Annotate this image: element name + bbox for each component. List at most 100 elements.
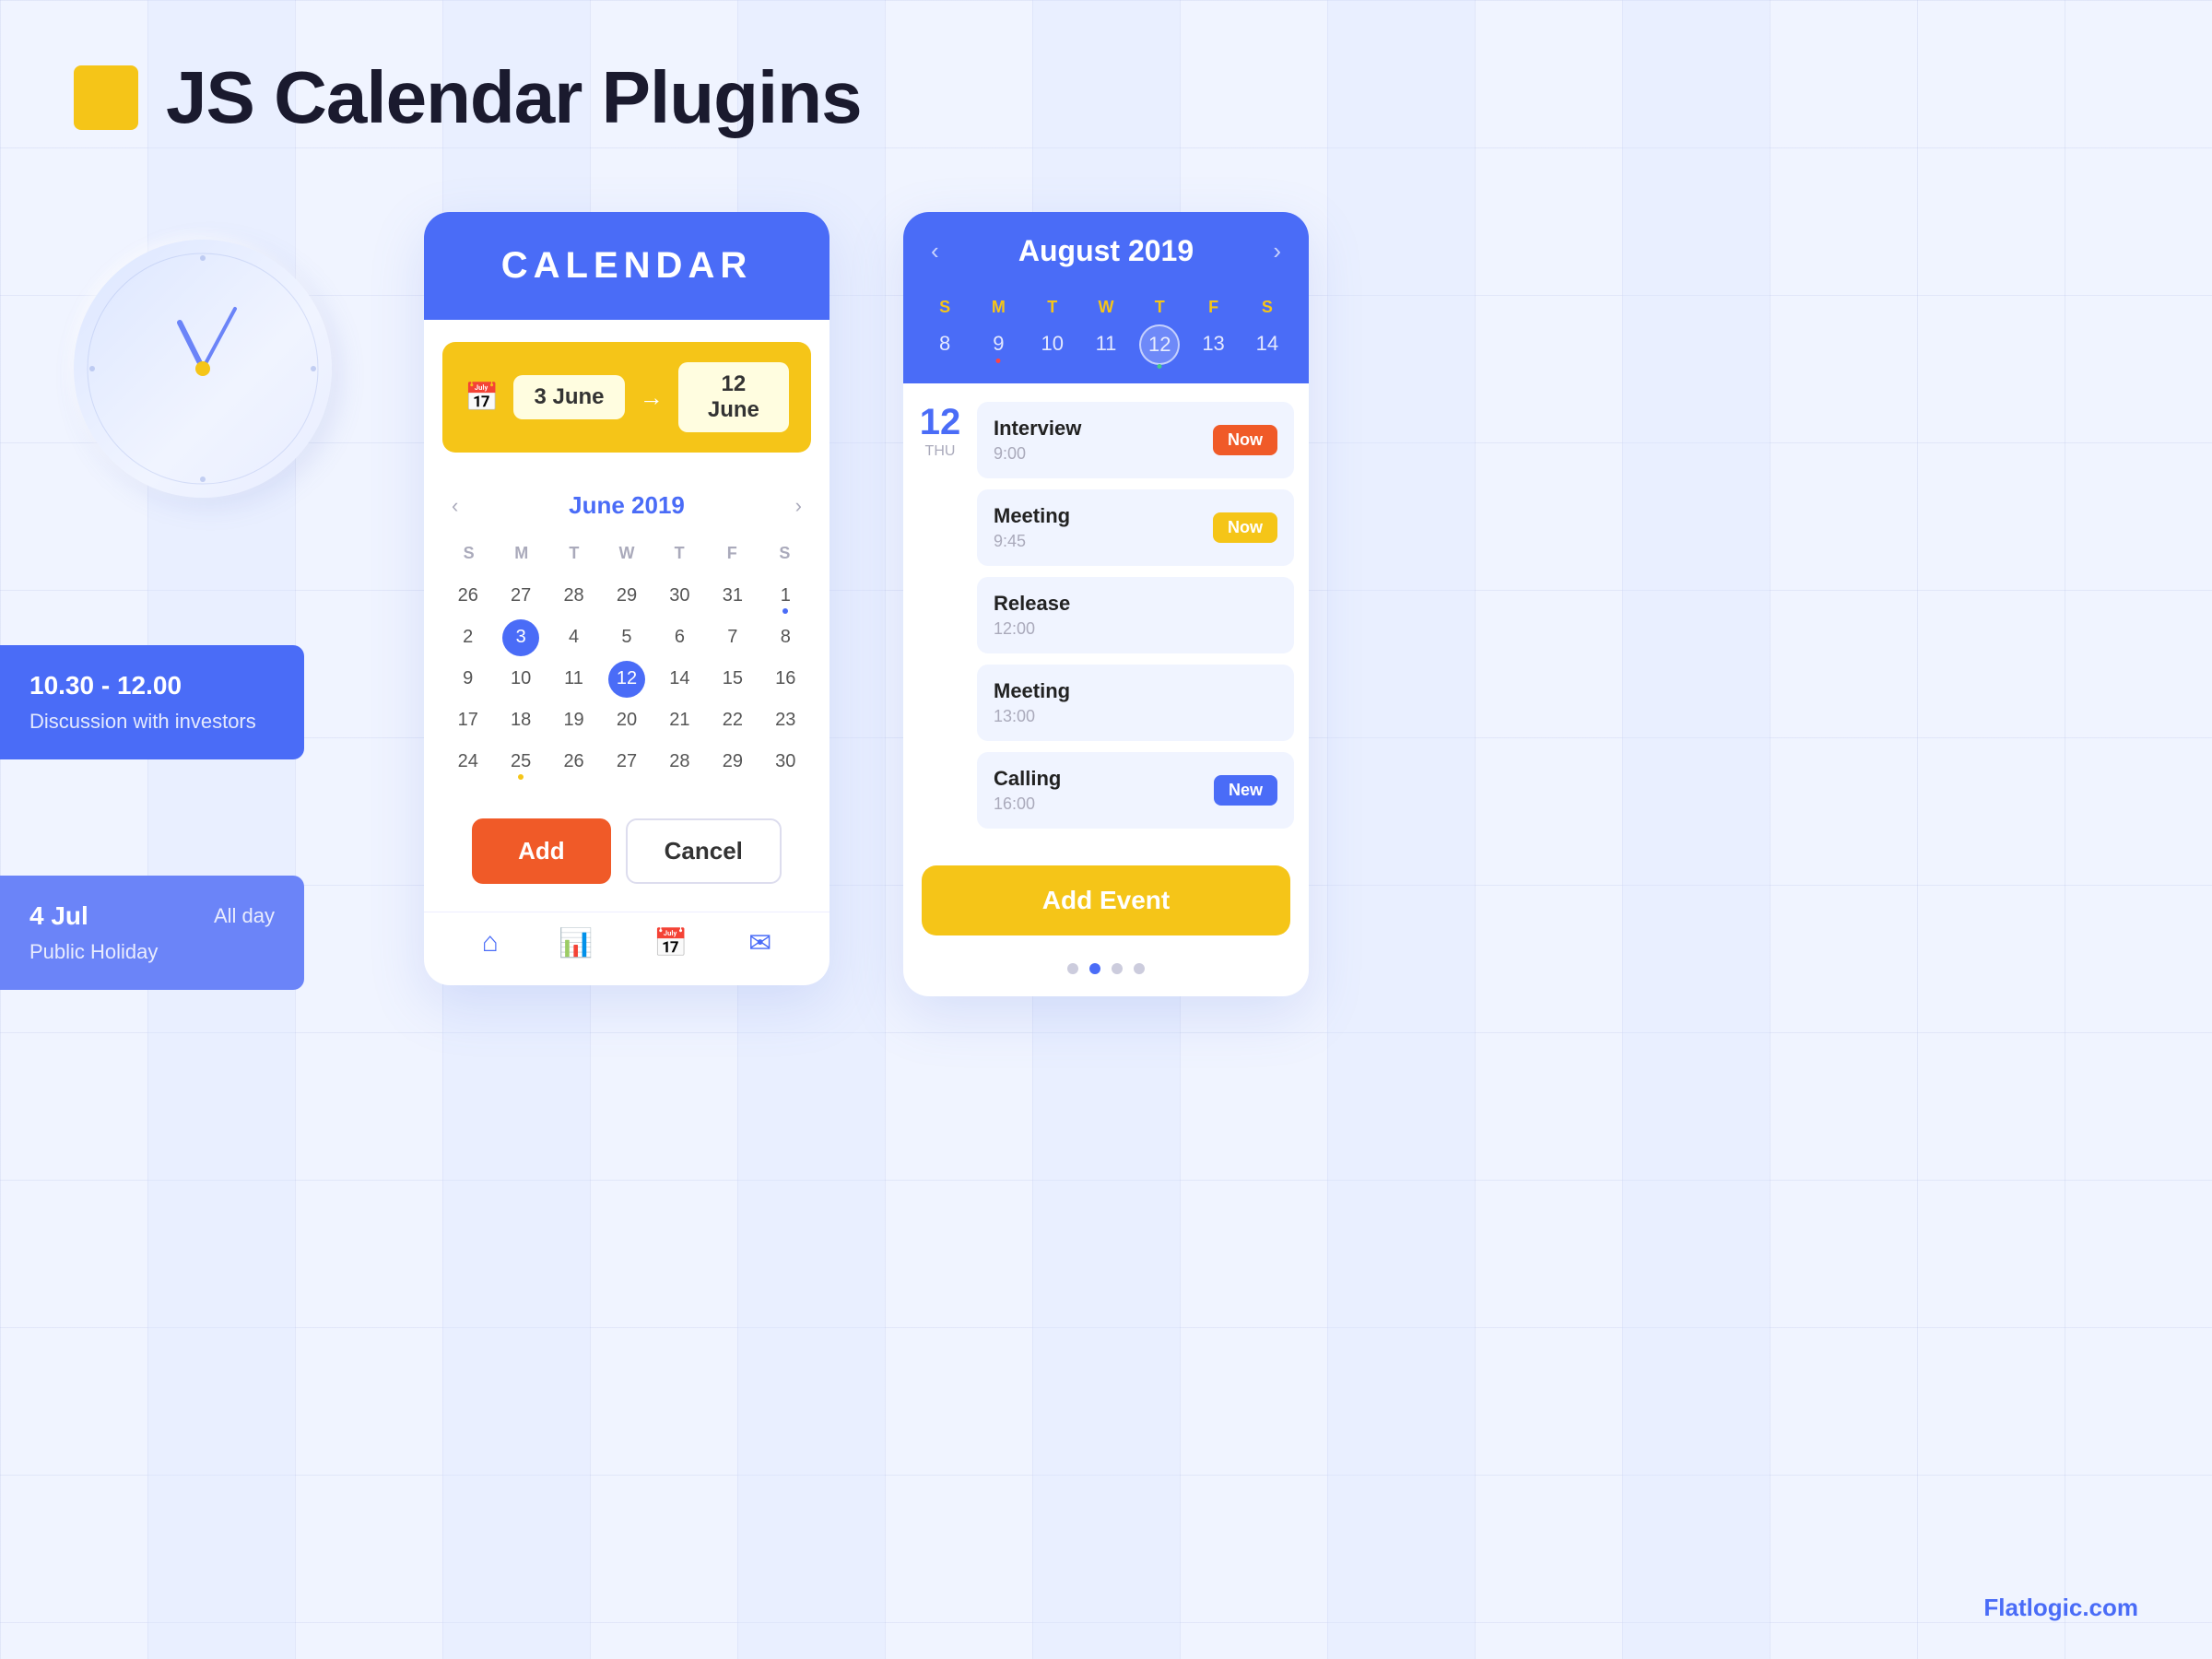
cal-day[interactable]: 26: [548, 742, 599, 782]
week-date-14[interactable]: 14: [1241, 324, 1294, 365]
event-cal-title: August 2019: [1018, 234, 1194, 268]
cal-day[interactable]: 24: [442, 742, 493, 782]
bottom-nav: ⌂ 📊 📅 ✉: [424, 912, 830, 985]
cal-day[interactable]: 30: [654, 576, 705, 616]
cal-day[interactable]: 23: [760, 700, 811, 740]
event-time-release: 12:00: [994, 619, 1070, 639]
event-name-meeting1: Meeting: [994, 504, 1070, 528]
event-item-release[interactable]: Release 12:00: [977, 577, 1294, 653]
week-label-t: T: [1026, 298, 1079, 317]
cal-day[interactable]: 6: [654, 618, 705, 657]
selected-day-name: Thu: [918, 443, 962, 460]
add-button[interactable]: Add: [472, 818, 611, 884]
day-header-mon: M: [495, 538, 547, 569]
cal-day[interactable]: 21: [654, 700, 705, 740]
dot-4[interactable]: [1134, 963, 1145, 974]
week-label-f: F: [1186, 298, 1240, 317]
event-badge-interview: Now: [1213, 425, 1277, 455]
cal-day[interactable]: 27: [495, 576, 546, 616]
week-label-t2: T: [1133, 298, 1186, 317]
event-time-meeting1: 9:45: [994, 532, 1070, 551]
cal-day[interactable]: 19: [548, 700, 599, 740]
event-item-meeting2[interactable]: Meeting 13:00: [977, 665, 1294, 741]
home-icon[interactable]: ⌂: [482, 927, 499, 959]
cal-day-selected-start[interactable]: 3: [502, 619, 539, 656]
clock-widget: [74, 240, 332, 498]
mini-calendar: ‹ June 2019 › S M T W T F S 26 27: [424, 475, 830, 800]
cal-day-selected-end[interactable]: 12: [608, 661, 645, 698]
calendar-header-title: CALENDAR: [424, 245, 830, 287]
day-header-fri: F: [706, 538, 759, 569]
week-label-s2: S: [1241, 298, 1294, 317]
cal-day[interactable]: 2: [442, 618, 493, 657]
cal-day[interactable]: 15: [707, 659, 758, 699]
cal-day[interactable]: 28: [654, 742, 705, 782]
cal-day[interactable]: 29: [601, 576, 652, 616]
event-item-interview[interactable]: Interview 9:00 Now: [977, 402, 1294, 478]
week-date-12-active[interactable]: 12: [1139, 324, 1180, 365]
dot-3[interactable]: [1112, 963, 1123, 974]
cal-day[interactable]: 27: [601, 742, 652, 782]
week-date-9[interactable]: 9: [971, 324, 1025, 365]
chart-icon[interactable]: 📊: [559, 927, 593, 959]
dot-2-active[interactable]: [1089, 963, 1100, 974]
event-cal-next[interactable]: ›: [1273, 237, 1281, 265]
page-title: JS Calendar Plugins: [166, 55, 862, 140]
cal-day[interactable]: 16: [760, 659, 811, 699]
day-header-sun: S: [442, 538, 495, 569]
month-year-label: June 2019: [569, 491, 685, 520]
cal-day[interactable]: 17: [442, 700, 493, 740]
cal-day[interactable]: 29: [707, 742, 758, 782]
event-name-meeting2: Meeting: [994, 679, 1070, 703]
cal-day[interactable]: 4: [548, 618, 599, 657]
event-name-release: Release: [994, 592, 1070, 616]
event-card-2-desc: Public Holiday: [29, 940, 275, 964]
week-date-11[interactable]: 11: [1079, 324, 1133, 365]
week-date-8[interactable]: 8: [918, 324, 971, 365]
event-item-calling[interactable]: Calling 16:00 New: [977, 752, 1294, 829]
cal-day[interactable]: 25: [495, 742, 546, 782]
cal-next-button[interactable]: ›: [795, 494, 802, 518]
week-label-s: S: [918, 298, 971, 317]
cancel-button[interactable]: Cancel: [626, 818, 782, 884]
week-date-10[interactable]: 10: [1026, 324, 1079, 365]
event-time-calling: 16:00: [994, 794, 1061, 814]
event-card-1-desc: Discussion with investors: [29, 710, 275, 734]
clock-face-svg: [74, 240, 332, 498]
calendar-icon: 📅: [465, 382, 499, 414]
event-time-interview: 9:00: [994, 444, 1081, 464]
cal-day[interactable]: 14: [654, 659, 705, 699]
week-strip: S M T W T F S 8 9 10 11 12 13 14: [903, 290, 1309, 383]
header-icon: [74, 65, 138, 130]
pagination-dots: [903, 954, 1309, 996]
cal-day[interactable]: 30: [760, 742, 811, 782]
event-cal-prev[interactable]: ‹: [931, 237, 939, 265]
cal-day[interactable]: 20: [601, 700, 652, 740]
cal-day[interactable]: 9: [442, 659, 493, 699]
dot-1[interactable]: [1067, 963, 1078, 974]
cal-day[interactable]: 18: [495, 700, 546, 740]
add-event-button[interactable]: Add Event: [922, 865, 1290, 935]
calendar-nav-icon[interactable]: 📅: [653, 927, 688, 959]
event-badge-calling: New: [1214, 775, 1277, 806]
cal-day[interactable]: 7: [707, 618, 758, 657]
cal-day[interactable]: 11: [548, 659, 599, 699]
cal-day[interactable]: 28: [548, 576, 599, 616]
cal-day[interactable]: 26: [442, 576, 493, 616]
cal-day[interactable]: 22: [707, 700, 758, 740]
event-item-meeting1[interactable]: Meeting 9:45 Now: [977, 489, 1294, 566]
cal-day[interactable]: 1: [760, 576, 811, 616]
event-card-2: 4 Jul All day Public Holiday: [0, 876, 304, 990]
cal-day[interactable]: 8: [760, 618, 811, 657]
date-from-pill[interactable]: 3 June: [513, 375, 624, 419]
cal-day[interactable]: 5: [601, 618, 652, 657]
week-date-13[interactable]: 13: [1186, 324, 1240, 365]
date-range-picker[interactable]: 📅 3 June → 12 June: [442, 342, 811, 453]
day-header-wed: W: [600, 538, 653, 569]
mail-icon[interactable]: ✉: [748, 927, 771, 959]
date-to-pill[interactable]: 12 June: [678, 362, 789, 432]
cal-day[interactable]: 10: [495, 659, 546, 699]
cal-prev-button[interactable]: ‹: [452, 494, 458, 518]
event-card-2-date: 4 Jul: [29, 901, 88, 931]
cal-day[interactable]: 31: [707, 576, 758, 616]
